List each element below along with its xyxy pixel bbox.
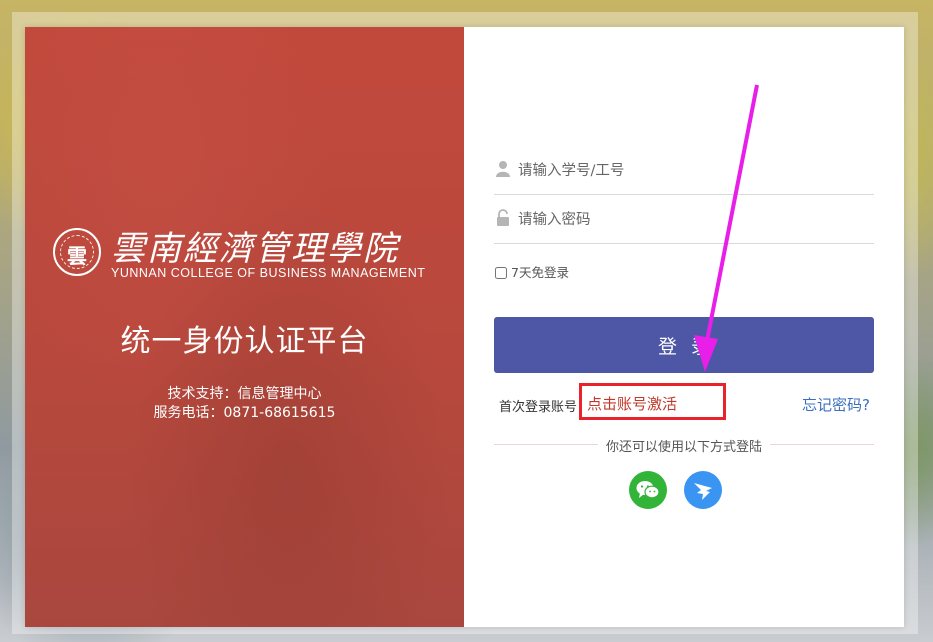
annotation-arrow — [694, 84, 759, 372]
